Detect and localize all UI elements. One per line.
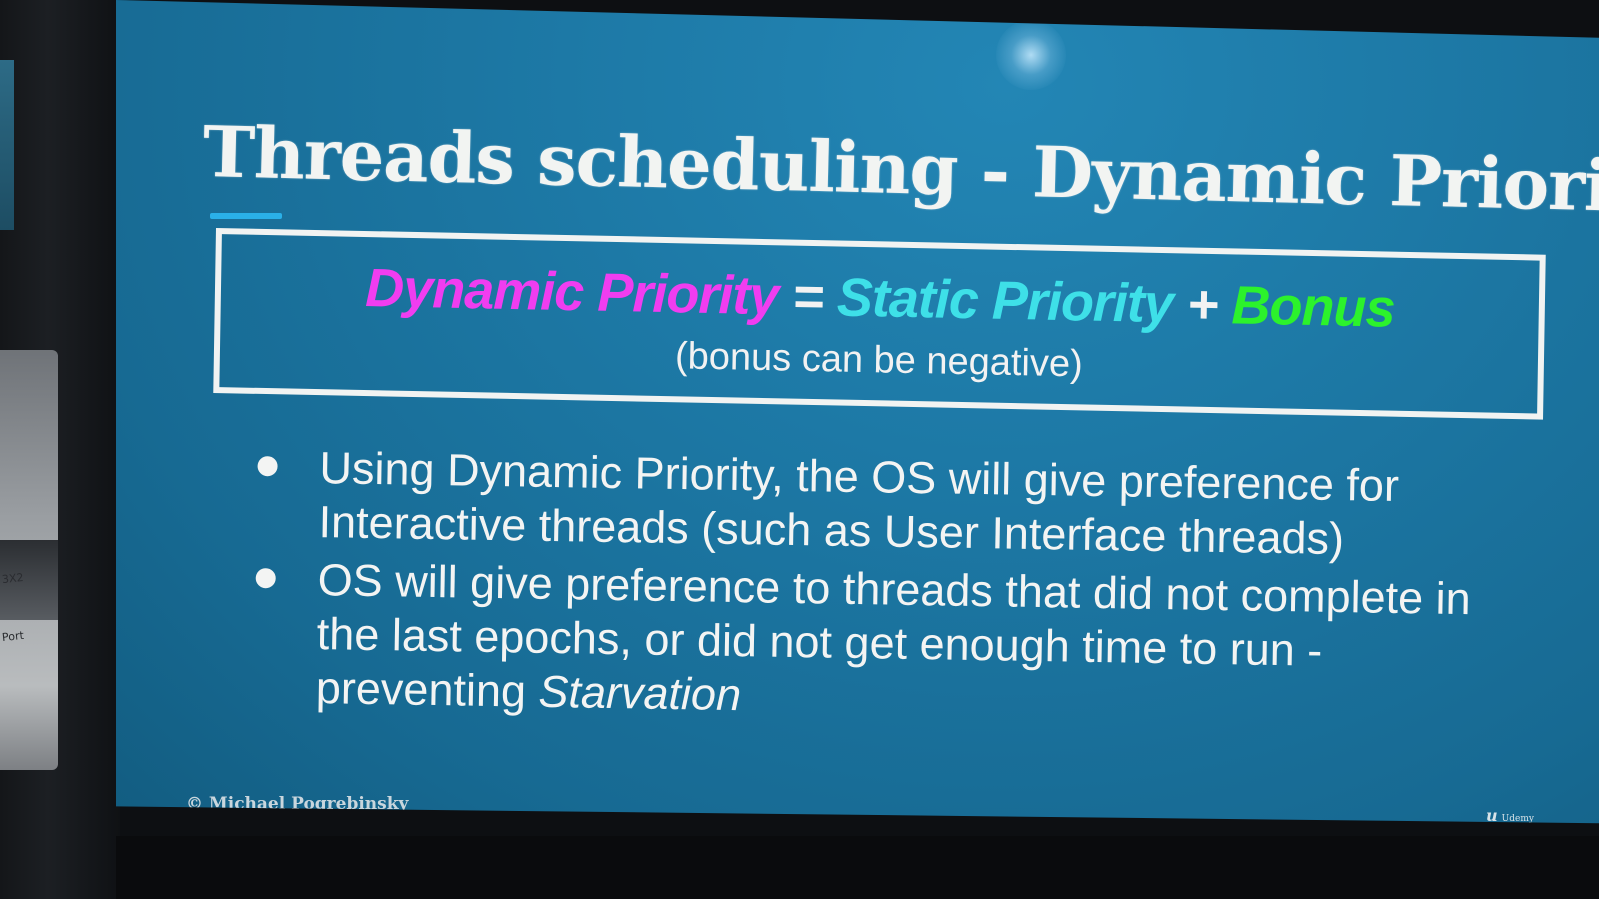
formula-box: Dynamic Priority = Static Priority + Bon… bbox=[213, 228, 1546, 420]
title-underline bbox=[210, 213, 282, 219]
bullet-dot-icon bbox=[257, 456, 278, 477]
bullet-dot-icon bbox=[255, 568, 276, 589]
formula-plus-sign: + bbox=[1186, 274, 1219, 336]
bullet-item: OS will give preference to threads that … bbox=[249, 552, 1512, 735]
copyright-notice: © Michael Pogrebinsky bbox=[186, 794, 409, 814]
screen-glare bbox=[996, 20, 1066, 90]
photo-scene: 3X2 Port Threads scheduling - Dynamic Pr… bbox=[0, 0, 1599, 899]
udemy-logo-mark: u bbox=[1486, 806, 1498, 825]
bullet-emphasis: Starvation bbox=[538, 665, 742, 721]
bullet-item: Using Dynamic Priority, the OS will give… bbox=[252, 440, 1514, 569]
udemy-logo-word: Udemy bbox=[1501, 814, 1534, 824]
bullet-text: Using Dynamic Priority, the OS will give… bbox=[318, 442, 1400, 565]
formula-equals-sign: = bbox=[791, 266, 824, 328]
bullet-text: OS will give preference to threads that … bbox=[315, 554, 1472, 717]
formula-term-static-priority: Static Priority bbox=[836, 267, 1174, 335]
formula-term-dynamic-priority: Dynamic Priority bbox=[364, 258, 779, 327]
presentation-slide: Threads scheduling - Dynamic Priority Dy… bbox=[116, 0, 1599, 825]
side-device-label: 3X2 bbox=[1, 570, 25, 587]
bullet-list: Using Dynamic Priority, the OS will give… bbox=[249, 440, 1513, 739]
monitor-bottom-bezel bbox=[116, 836, 1599, 899]
formula-term-bonus: Bonus bbox=[1231, 275, 1396, 339]
slide-title: Threads scheduling - Dynamic Priority bbox=[201, 110, 1599, 230]
udemy-logo: u Udemy bbox=[1486, 806, 1534, 825]
side-device-label: Port bbox=[1, 628, 25, 645]
side-screen-glow bbox=[0, 60, 14, 230]
